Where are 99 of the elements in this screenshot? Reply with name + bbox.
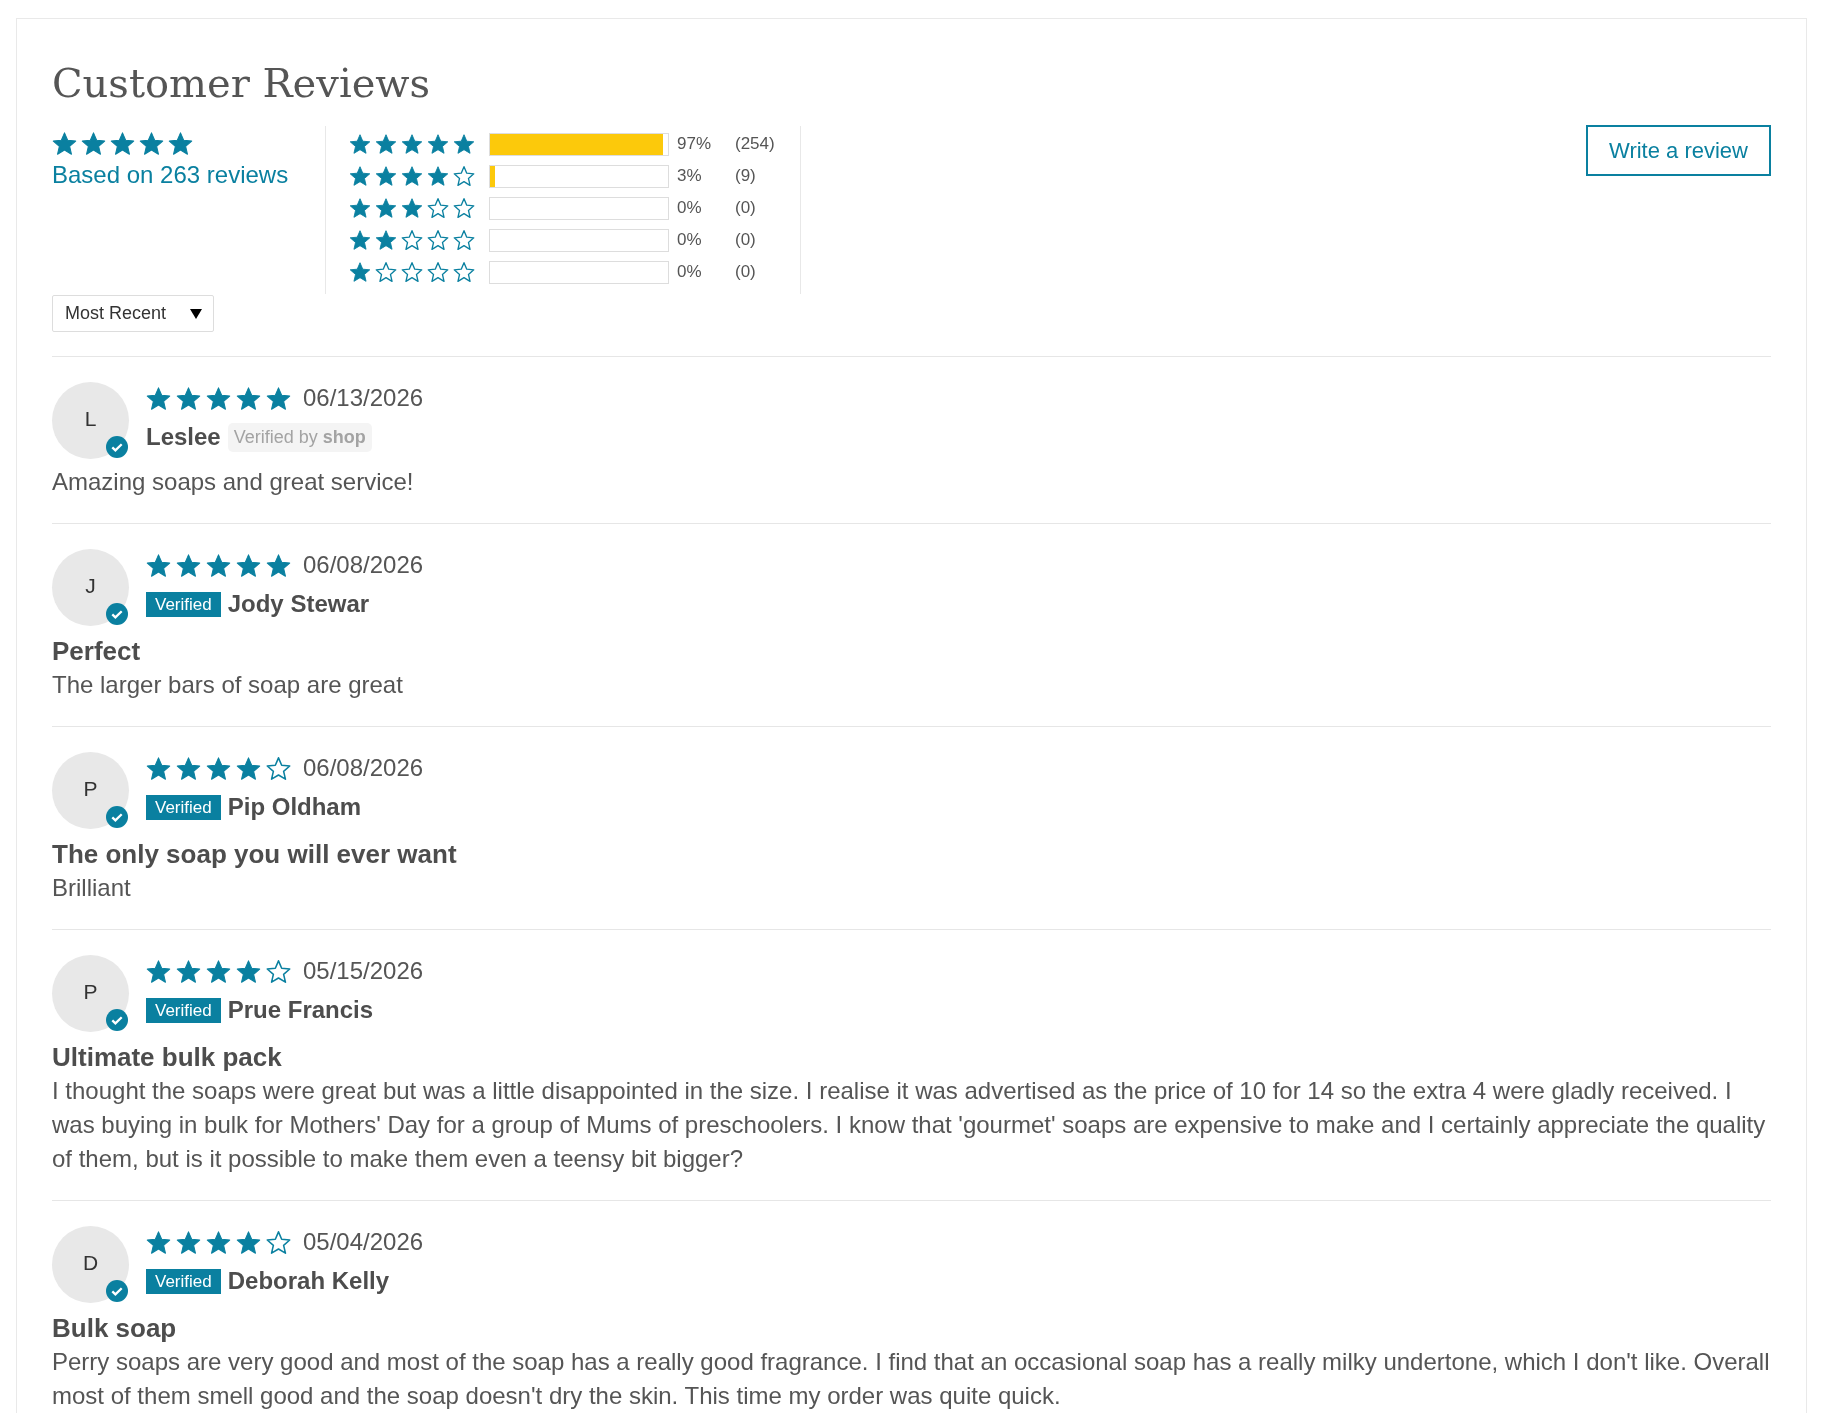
star-outline-icon — [453, 230, 475, 250]
star-icon — [375, 198, 397, 218]
percent-label: 0% — [677, 262, 703, 282]
star-outline-icon — [401, 262, 423, 282]
star-outline-icon — [375, 262, 397, 282]
verified-badge: Verified — [146, 997, 221, 1023]
star-icon — [236, 959, 261, 983]
star-icon — [176, 959, 201, 983]
star-icon — [349, 262, 371, 282]
review-title: Bulk soap — [52, 1312, 177, 1345]
review-date: 06/13/2026 — [303, 384, 424, 412]
star-icon — [453, 134, 475, 154]
star-icon — [139, 132, 164, 155]
star-icon — [206, 553, 231, 577]
review-date: 05/15/2026 — [303, 957, 424, 985]
star-icon — [206, 386, 231, 410]
star-icon — [427, 166, 449, 186]
review-text: I thought the soaps were great but was a little disappointed in the size. I realise it was advertised as the price of 10 for 14 so the extra 4 were gladly received. I was buying in bulk for Mothers' Day for a group of Mums of preschoolers. I know that 'gourmet' soaps are expensive to make and I certainly appreciate the quality of them, but is it possible to make them even a teensy bit bigger? — [52, 1076, 1767, 1174]
verified-badge: Verified — [146, 794, 221, 820]
star-icon — [146, 386, 171, 410]
reviewer-name: Deborah Kelly — [227, 1267, 390, 1295]
star-icon — [349, 230, 371, 250]
star-icon — [81, 132, 106, 155]
avatar-initial: P — [83, 980, 98, 1004]
avatar-initial: L — [84, 407, 97, 431]
star-icon — [110, 132, 135, 155]
star-icon — [401, 198, 423, 218]
reviewer-name: Pip Oldham — [227, 793, 362, 821]
star-icon — [236, 1230, 261, 1254]
review-title: The only soap you will ever want — [52, 838, 457, 871]
percent-label: 0% — [677, 230, 703, 250]
star-icon — [206, 1230, 231, 1254]
star-icon — [176, 553, 201, 577]
count-label: (0) — [735, 262, 757, 282]
star-icon — [176, 1230, 201, 1254]
review-text: Amazing soaps and great service! — [52, 467, 414, 497]
star-outline-icon — [266, 1230, 291, 1254]
verified-by-shop-badge: Verified by shop — [227, 422, 372, 452]
star-icon — [52, 132, 77, 155]
percent-label: 0% — [677, 198, 703, 218]
star-outline-icon — [401, 230, 423, 250]
star-icon — [266, 386, 291, 410]
star-icon — [349, 134, 371, 154]
star-icon — [168, 132, 193, 155]
sort-dropdown[interactable]: Most Recent — [52, 295, 214, 332]
star-icon — [146, 959, 171, 983]
star-icon — [401, 134, 423, 154]
star-outline-icon — [453, 262, 475, 282]
avatar-initial: J — [85, 574, 96, 598]
count-label: (254) — [735, 134, 775, 154]
percent-label: 97% — [677, 134, 713, 154]
star-icon — [236, 756, 261, 780]
avatar-initial: P — [83, 777, 98, 801]
percent-label: 3% — [677, 166, 703, 186]
star-icon — [236, 386, 261, 410]
count-label: (9) — [735, 166, 757, 186]
rating-summary-text: Based on 263 reviews — [52, 161, 289, 189]
page-title: Customer Reviews — [52, 61, 431, 105]
write-review-button[interactable]: Write a review — [1586, 125, 1771, 176]
star-outline-icon — [266, 756, 291, 780]
review-date: 06/08/2026 — [303, 754, 424, 782]
star-icon — [146, 756, 171, 780]
star-icon — [176, 756, 201, 780]
review-title: Perfect — [52, 635, 141, 668]
count-label: (0) — [735, 230, 757, 250]
star-icon — [401, 166, 423, 186]
verified-badge: Verified — [146, 591, 221, 617]
review-title: Ultimate bulk pack — [52, 1041, 282, 1074]
star-icon — [349, 166, 371, 186]
star-icon — [375, 134, 397, 154]
star-outline-icon — [427, 198, 449, 218]
review-date: 05/04/2026 — [303, 1228, 424, 1256]
star-icon — [236, 553, 261, 577]
avatar-initial: D — [82, 1251, 99, 1275]
star-icon — [349, 198, 371, 218]
star-icon — [375, 166, 397, 186]
review-text: Perry soaps are very good and most of the soap has a really good fragrance. I find that an occasional soap has a really milky undertone, which I don't like. Overall most of them smell good and the soap doesn't dry the skin. This time my order was quite quick. — [52, 1347, 1771, 1411]
caret-icon — [190, 308, 202, 319]
star-outline-icon — [427, 262, 449, 282]
star-icon — [266, 553, 291, 577]
review-text: The larger bars of soap are great — [52, 670, 403, 700]
star-icon — [146, 1230, 171, 1254]
star-outline-icon — [453, 198, 475, 218]
star-icon — [206, 756, 231, 780]
star-outline-icon — [266, 959, 291, 983]
star-icon — [146, 553, 171, 577]
star-icon — [427, 134, 449, 154]
star-icon — [375, 230, 397, 250]
reviewer-name: Leslee — [146, 423, 221, 451]
review-date: 06/08/2026 — [303, 551, 424, 579]
reviewer-name: Jody Stewar — [227, 590, 370, 618]
star-outline-icon — [453, 166, 475, 186]
count-label: (0) — [735, 198, 757, 218]
reviewer-name: Prue Francis — [227, 996, 374, 1024]
star-icon — [206, 959, 231, 983]
star-outline-icon — [427, 230, 449, 250]
star-icon — [176, 386, 201, 410]
verified-badge: Verified — [146, 1268, 221, 1294]
review-text: Brilliant — [52, 873, 131, 903]
